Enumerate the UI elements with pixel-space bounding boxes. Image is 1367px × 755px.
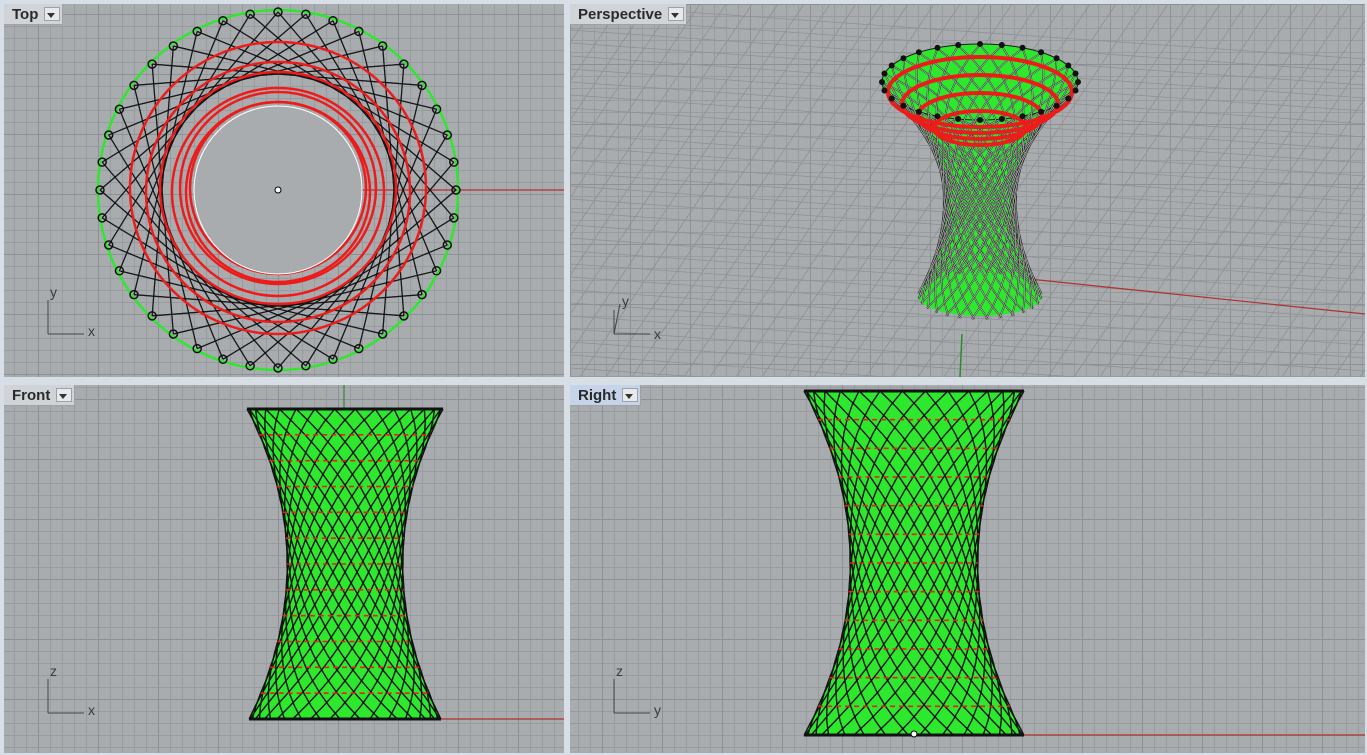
origin-point <box>910 730 918 738</box>
axis-triad-icon <box>47 300 84 335</box>
axis-label-h: x <box>88 323 95 339</box>
chevron-down-icon[interactable] <box>44 7 61 21</box>
front-model <box>246 407 444 721</box>
viewport-right[interactable]: Right y z <box>570 385 1365 753</box>
viewport-tab-perspective[interactable]: Perspective <box>570 4 688 25</box>
origin-point <box>274 186 282 194</box>
viewport-top[interactable]: Top x y <box>4 4 564 377</box>
axis-label-v: y <box>622 293 629 309</box>
right-scene: y z <box>613 389 1365 738</box>
viewport-title-front: Front <box>12 387 51 404</box>
viewport-tab-top[interactable]: Top <box>4 4 64 25</box>
axis-label-h: x <box>88 702 95 718</box>
viewport-title-right: Right <box>578 387 617 404</box>
viewport-title-perspective: Perspective <box>578 6 663 23</box>
axis-label-v: z <box>50 663 57 679</box>
axis-label-h: x <box>654 326 661 342</box>
chevron-down-icon[interactable] <box>56 388 73 402</box>
viewport-front[interactable]: Front x z <box>4 385 564 753</box>
axis-label-h: y <box>654 702 661 718</box>
perspective-scene: x y <box>570 4 1365 377</box>
axis-triad-icon <box>613 679 650 714</box>
y-axis-line <box>959 333 963 377</box>
chevron-down-icon[interactable] <box>622 388 639 402</box>
axis-triad-icon <box>47 679 84 714</box>
axis-label-v: y <box>50 284 57 300</box>
viewport-tab-front[interactable]: Front <box>4 385 76 406</box>
viewport-title-top: Top <box>12 6 39 23</box>
top-scene: x y <box>47 7 564 373</box>
chevron-down-icon[interactable] <box>668 7 685 21</box>
right-model <box>803 389 1025 737</box>
front-scene: x z <box>47 385 564 721</box>
viewport-perspective[interactable]: Perspective x y <box>570 4 1365 377</box>
viewport-tab-right[interactable]: Right <box>570 385 642 406</box>
axis-label-v: z <box>616 663 623 679</box>
